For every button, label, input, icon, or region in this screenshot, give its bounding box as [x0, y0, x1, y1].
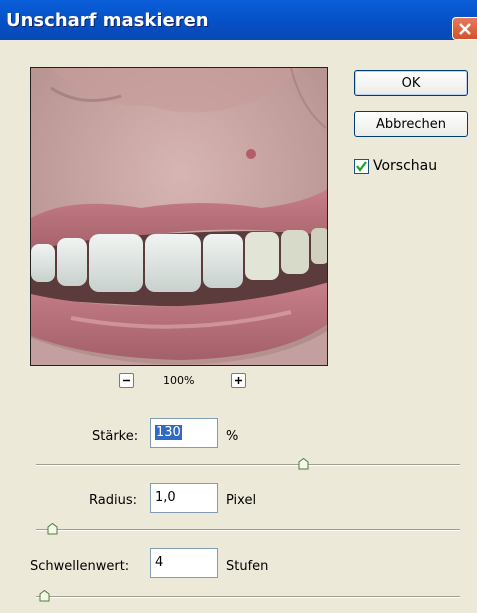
- threshold-slider-track[interactable]: [36, 596, 460, 598]
- strength-unit: %: [226, 429, 239, 444]
- strength-slider-track[interactable]: [36, 464, 460, 466]
- ok-button[interactable]: OK: [354, 70, 468, 96]
- strength-slider-thumb[interactable]: [298, 458, 309, 470]
- dialog-title: Unscharf maskieren: [6, 10, 209, 31]
- radius-value: 1,0: [155, 490, 176, 505]
- dialog-window: Unscharf maskieren OK Abbrechen Vorschau…: [0, 0, 477, 613]
- zoom-in-button[interactable]: [231, 373, 246, 388]
- threshold-slider-thumb[interactable]: [39, 590, 50, 602]
- radius-slider-track[interactable]: [36, 529, 460, 531]
- preview-image[interactable]: [30, 67, 328, 366]
- plus-icon: [235, 377, 242, 384]
- preview-checkbox[interactable]: [354, 159, 369, 174]
- threshold-value: 4: [155, 555, 164, 570]
- minus-icon: [123, 379, 130, 382]
- threshold-unit: Stufen: [226, 559, 269, 574]
- strength-value: 130: [155, 425, 182, 440]
- close-button[interactable]: [452, 17, 477, 40]
- zoom-out-button[interactable]: [119, 373, 134, 388]
- zoom-level: 100%: [163, 374, 195, 387]
- title-bar: Unscharf maskieren: [0, 0, 477, 40]
- preview-photo: [31, 68, 327, 365]
- preview-checkbox-label: Vorschau: [373, 158, 438, 174]
- radius-label: Radius:: [89, 493, 137, 508]
- threshold-label: Schwellenwert:: [30, 559, 130, 574]
- close-icon: [459, 23, 471, 35]
- strength-input[interactable]: 130: [150, 418, 218, 448]
- strength-label: Stärke:: [92, 429, 139, 444]
- radius-input[interactable]: 1,0: [150, 483, 218, 513]
- threshold-input[interactable]: 4: [150, 548, 218, 578]
- radius-slider-thumb[interactable]: [47, 523, 58, 535]
- radius-unit: Pixel: [226, 493, 257, 508]
- checkmark-icon: [356, 161, 367, 172]
- cancel-button[interactable]: Abbrechen: [354, 111, 468, 137]
